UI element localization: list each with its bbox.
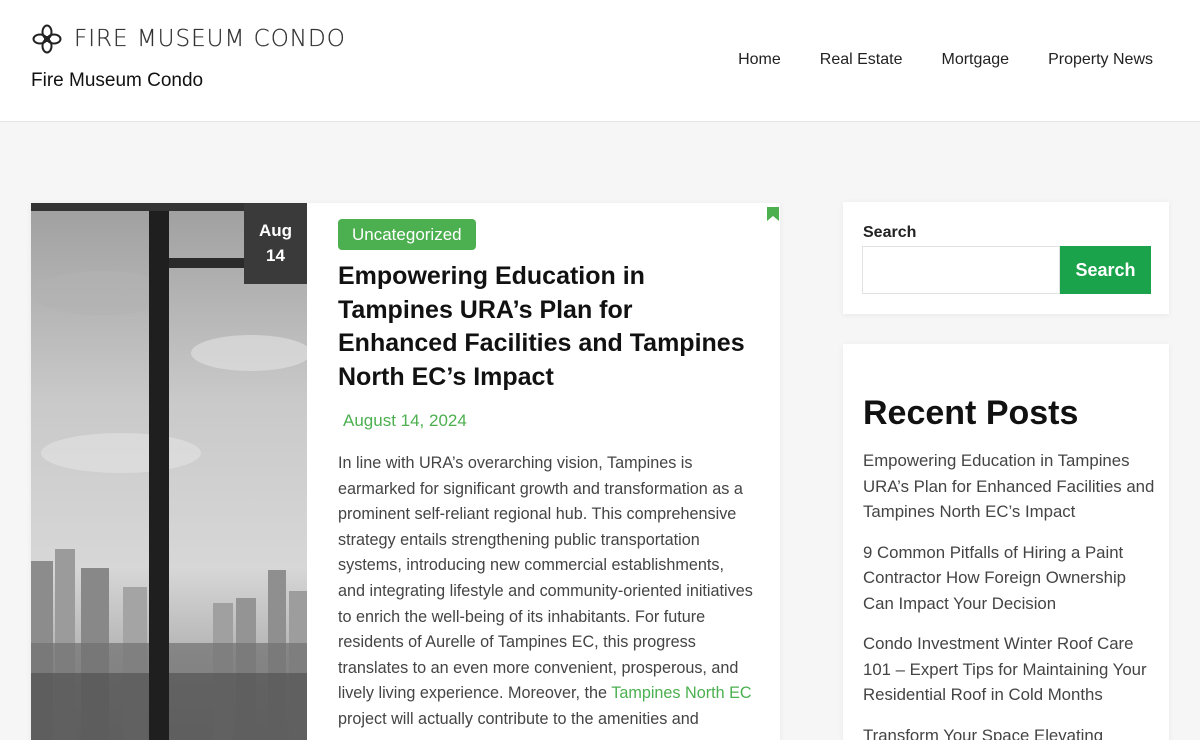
excerpt-text: In line with URA’s overarching vision, T… (338, 454, 753, 703)
site-title[interactable]: Fire Museum Condo (31, 70, 203, 92)
bookmark-icon[interactable] (767, 207, 779, 221)
nav-home[interactable]: Home (738, 51, 781, 69)
category-badge[interactable]: Uncategorized (338, 219, 476, 250)
search-label: Search (863, 224, 917, 241)
post-excerpt: In line with URA’s overarching vision, T… (338, 451, 753, 733)
nav-property-news[interactable]: Property News (1048, 51, 1153, 69)
search-input[interactable] (862, 246, 1060, 294)
search-widget: Search Search (843, 202, 1169, 314)
recent-post-link[interactable]: Transform Your Space Elevating (863, 723, 1158, 740)
site-logo[interactable]: FIRE MUSEUM CONDO (32, 24, 346, 54)
post-title[interactable]: Empowering Education in Tampines URA’s P… (338, 260, 758, 394)
search-button[interactable]: Search (1060, 246, 1151, 294)
post-date[interactable]: August 14, 2024 (343, 411, 467, 431)
nav-mortgage[interactable]: Mortgage (941, 51, 1009, 69)
badge-month: Aug (258, 221, 293, 240)
recent-post-link[interactable]: 9 Common Pitfalls of Hiring a Paint Cont… (863, 540, 1158, 617)
recent-posts-title: Recent Posts (863, 394, 1079, 432)
recent-posts-list: Empowering Education in Tampines URA’s P… (863, 448, 1158, 740)
recent-post-link[interactable]: Condo Investment Winter Roof Care 101 – … (863, 631, 1158, 708)
recent-posts-widget: Recent Posts Empowering Education in Tam… (843, 344, 1169, 740)
logo-wordmark: FIRE MUSEUM CONDO (74, 26, 346, 52)
tampines-north-ec-link[interactable]: Tampines North EC (611, 684, 751, 702)
main-nav: Home Real Estate Mortgage Property News (738, 51, 1153, 69)
excerpt-text-continued: project will actually contribute to the … (338, 709, 699, 728)
flower-logo-icon (32, 24, 62, 54)
nav-real-estate[interactable]: Real Estate (820, 51, 903, 69)
post-date-badge: Aug 14 (244, 203, 307, 284)
badge-day: 14 (266, 246, 285, 265)
recent-post-link[interactable]: Empowering Education in Tampines URA’s P… (863, 448, 1158, 525)
site-header: FIRE MUSEUM CONDO Fire Museum Condo Home… (0, 0, 1200, 122)
post-card: Aug 14 Uncategorized Empowering Educatio… (31, 203, 780, 740)
